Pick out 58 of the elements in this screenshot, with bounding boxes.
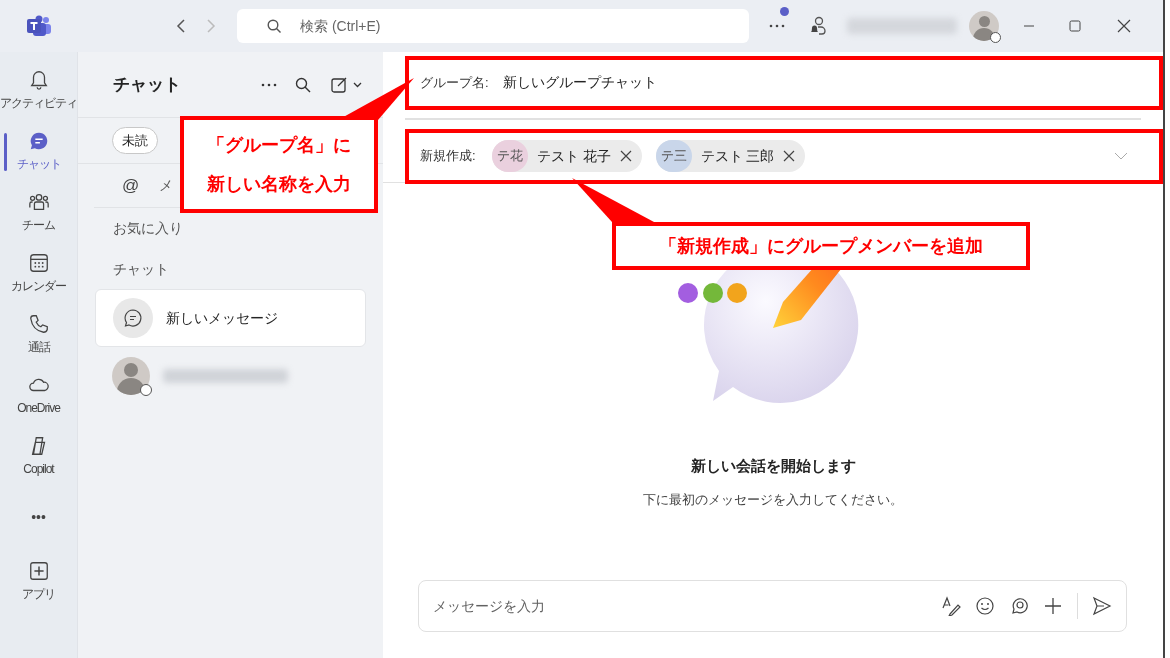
section-header: チャット	[112, 260, 170, 279]
maximize-icon[interactable]	[1069, 20, 1081, 32]
avatar	[112, 357, 150, 395]
avatar: テ三	[655, 140, 692, 172]
app-logo-icon	[25, 15, 52, 37]
filter-chip[interactable]: 未読	[112, 126, 158, 155]
to-label: 新規作成:	[420, 147, 476, 166]
offline-status-icon	[140, 384, 152, 396]
search-box[interactable]: 検索 (Ctrl+E)	[237, 9, 749, 43]
loop-icon[interactable]	[1009, 596, 1029, 616]
compose-box[interactable]: メッセージを入力	[418, 580, 1127, 632]
callout-text: 新しい名称を入力	[207, 172, 351, 196]
rail-item[interactable]: Copilot	[0, 426, 77, 487]
close-icon[interactable]	[1117, 19, 1131, 33]
at-icon: @	[122, 172, 140, 199]
group-name-field[interactable]: 新しいグループチャット	[502, 72, 1141, 93]
rail-item[interactable]: OneDrive	[0, 365, 77, 426]
rail-item[interactable]: アクティビティ	[0, 60, 77, 121]
chat-list-item[interactable]: 新しいメッセージ	[95, 289, 366, 347]
search-field[interactable]: 検索 (Ctrl+E)	[300, 15, 719, 37]
mention-item[interactable]: メ	[159, 175, 174, 196]
empty-state-title: 新しい会話を開始します	[690, 456, 856, 476]
offline-status-icon	[990, 32, 1001, 43]
more-icon[interactable]	[767, 23, 787, 29]
panel-title: チャット	[113, 73, 182, 96]
message-field[interactable]: メッセージを入力	[433, 595, 927, 617]
profile-avatar[interactable]	[969, 11, 999, 41]
plus-icon[interactable]	[1043, 596, 1063, 616]
more-icon[interactable]	[261, 82, 277, 87]
callout-text: 「グループ名」に	[207, 133, 351, 157]
phone-icon	[27, 313, 50, 335]
recipient-chip[interactable]: テ花 テスト 花子	[491, 140, 642, 172]
search-icon[interactable]	[295, 76, 311, 93]
emoji-icon[interactable]	[975, 596, 995, 616]
send-icon[interactable]	[1092, 596, 1112, 616]
rail-item[interactable]: チーム	[0, 182, 77, 243]
remove-icon[interactable]	[619, 150, 632, 162]
avatar: テ花	[491, 140, 528, 172]
calendar-icon	[27, 252, 50, 274]
back-icon[interactable]	[175, 18, 187, 34]
rail-item[interactable]: チャット	[0, 121, 77, 182]
add-app-icon	[27, 560, 50, 582]
search-icon	[267, 18, 282, 34]
compose-icon[interactable]	[331, 75, 363, 94]
recipient-chip[interactable]: テ三 テスト 三郎	[655, 140, 806, 172]
format-icon[interactable]	[941, 596, 961, 616]
people-icon	[27, 191, 50, 213]
rail-item[interactable]: アプリ	[0, 551, 77, 612]
empty-state-subtitle: 下に最初のメッセージを入力してください。	[643, 490, 903, 509]
callout-text: 「新規作成」にグループメンバーを追加	[659, 234, 983, 258]
group-name-label: グループ名:	[420, 73, 489, 92]
person-bell-icon[interactable]	[809, 16, 827, 36]
section-header: お気に入り	[112, 219, 184, 238]
rail-item[interactable]: カレンダー	[0, 243, 77, 304]
chat-icon	[123, 308, 143, 328]
rail-item[interactable]: 通話	[0, 304, 77, 365]
remove-icon[interactable]	[783, 150, 796, 162]
rail-item[interactable]: •••	[0, 487, 77, 548]
